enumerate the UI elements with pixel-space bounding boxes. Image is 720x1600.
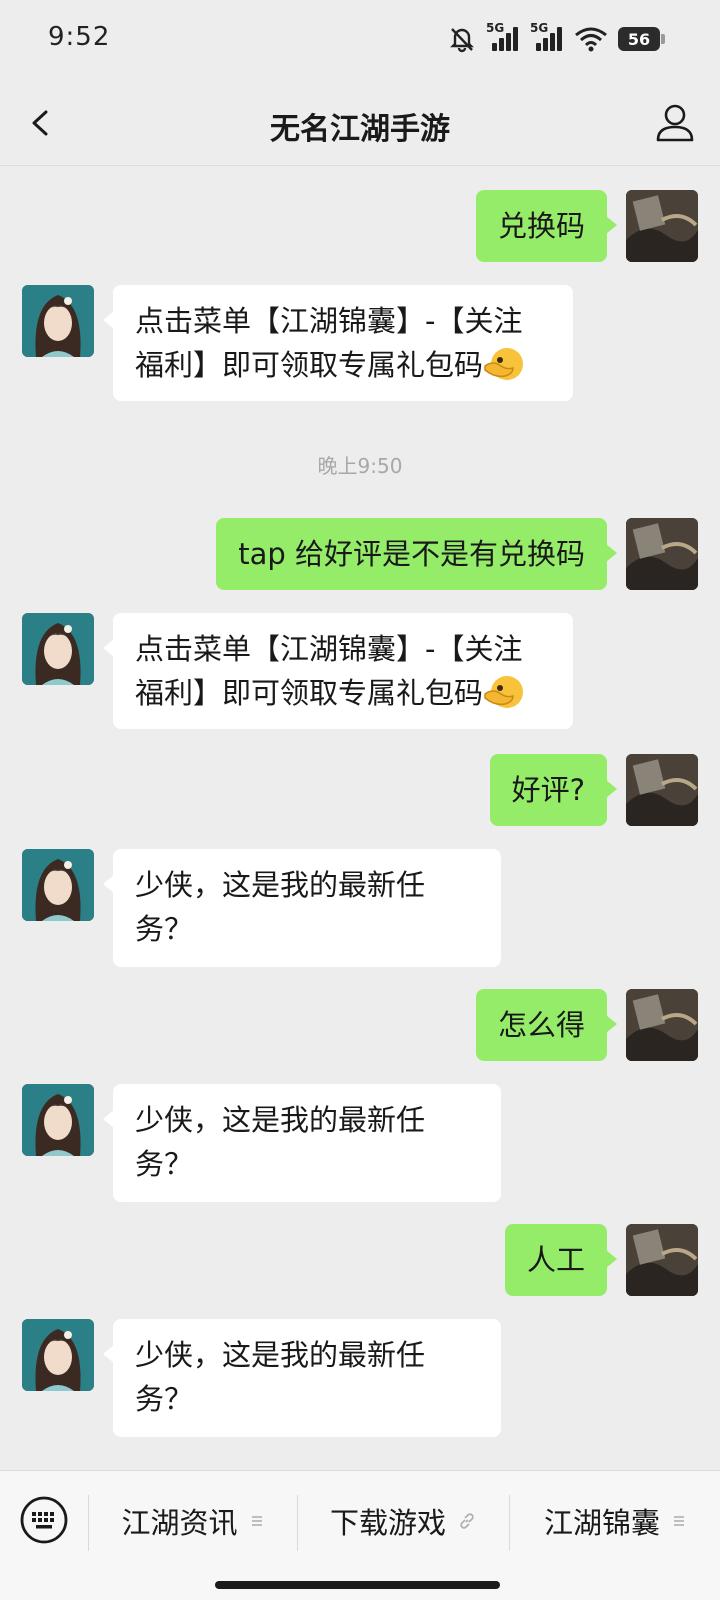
network-type-2: 5G — [530, 21, 549, 35]
message-bubble-sent[interactable]: 兑换码 — [475, 190, 618, 262]
wifi-icon — [575, 27, 607, 52]
my-avatar[interactable] — [626, 190, 698, 262]
message-bubble-received: 少侠，这是我的最新任务？ — [103, 849, 501, 967]
bot-avatar[interactable] — [22, 285, 94, 357]
keyboard-toggle-button[interactable] — [19, 1495, 69, 1545]
message-bubble-sent[interactable]: tap 给好评是不是有兑换码 — [216, 518, 617, 590]
status-time: 9:52 — [48, 22, 111, 52]
menu-item-label: 下载游戏 — [329, 1506, 446, 1540]
user-icon — [656, 104, 694, 142]
status-bar: 9:52 5G 5G 56 — [0, 0, 720, 80]
menu-item-label: 江湖锦囊 — [543, 1506, 660, 1540]
keyboard-icon — [20, 1496, 68, 1544]
message-bubble-received: 点击菜单【江湖锦囊】-【关注福利】即可领取专属礼包码 — [103, 613, 573, 729]
message-text: 点击菜单【江湖锦囊】-【关注福利】即可领取专属礼包码 — [135, 304, 523, 382]
message-bubble-received: 点击菜单【江湖锦囊】-【关注福利】即可领取专属礼包码 — [103, 285, 573, 401]
my-avatar[interactable] — [626, 989, 698, 1061]
chat-area[interactable]: 兑换码 点击菜单【江湖锦囊】-【关注福利】即可领取专属礼包码 晚上9:50 ta… — [0, 166, 720, 1470]
home-indicator[interactable] — [215, 1581, 500, 1589]
hand-pointing-left-icon — [484, 676, 524, 708]
network-type-1: 5G — [486, 21, 505, 35]
bot-avatar[interactable] — [22, 1084, 94, 1156]
message-bubble-received: 少侠，这是我的最新任务？ — [103, 1319, 501, 1437]
message-bubble-sent[interactable]: 好评? — [489, 754, 618, 826]
bot-avatar[interactable] — [22, 613, 94, 685]
message-bubble-sent[interactable]: 怎么得 — [475, 989, 618, 1061]
chat-timestamp: 晚上9:50 — [317, 454, 403, 478]
menu-item-tips[interactable]: 江湖锦囊 — [510, 1471, 720, 1571]
message-bubble-sent[interactable]: 人工 — [504, 1224, 618, 1296]
signal-icon-1: 5G — [486, 21, 520, 53]
my-avatar[interactable] — [626, 754, 698, 826]
my-avatar[interactable] — [626, 1224, 698, 1296]
bot-avatar[interactable] — [22, 849, 94, 921]
bell-muted-icon — [450, 28, 474, 53]
message-bubble-received: 少侠，这是我的最新任务？ — [103, 1084, 501, 1202]
signal-icon-2: 5G — [530, 21, 564, 53]
battery-indicator: 56 — [618, 27, 665, 51]
hand-pointing-left-icon — [484, 348, 524, 380]
menu-lines-icon — [251, 1516, 262, 1526]
menu-lines-icon — [674, 1516, 684, 1526]
message-text: 点击菜单【江湖锦囊】-【关注福利】即可领取专属礼包码 — [135, 632, 523, 710]
profile-button[interactable] — [652, 100, 698, 146]
menu-item-news[interactable]: 江湖资讯 — [89, 1471, 296, 1571]
page-title: 无名江湖手游 — [270, 112, 450, 147]
bot-avatar[interactable] — [22, 1319, 94, 1391]
status-icons: 5G 5G 56 — [448, 21, 665, 56]
link-icon — [460, 1513, 474, 1529]
chat-header: 无名江湖手游 — [0, 80, 720, 166]
menu-item-download[interactable]: 下载游戏 — [298, 1471, 508, 1571]
menu-item-label: 江湖资讯 — [121, 1506, 238, 1540]
bottom-menu-bar: 江湖资讯 下载游戏 江湖锦囊 — [0, 1470, 720, 1600]
my-avatar[interactable] — [626, 518, 698, 590]
